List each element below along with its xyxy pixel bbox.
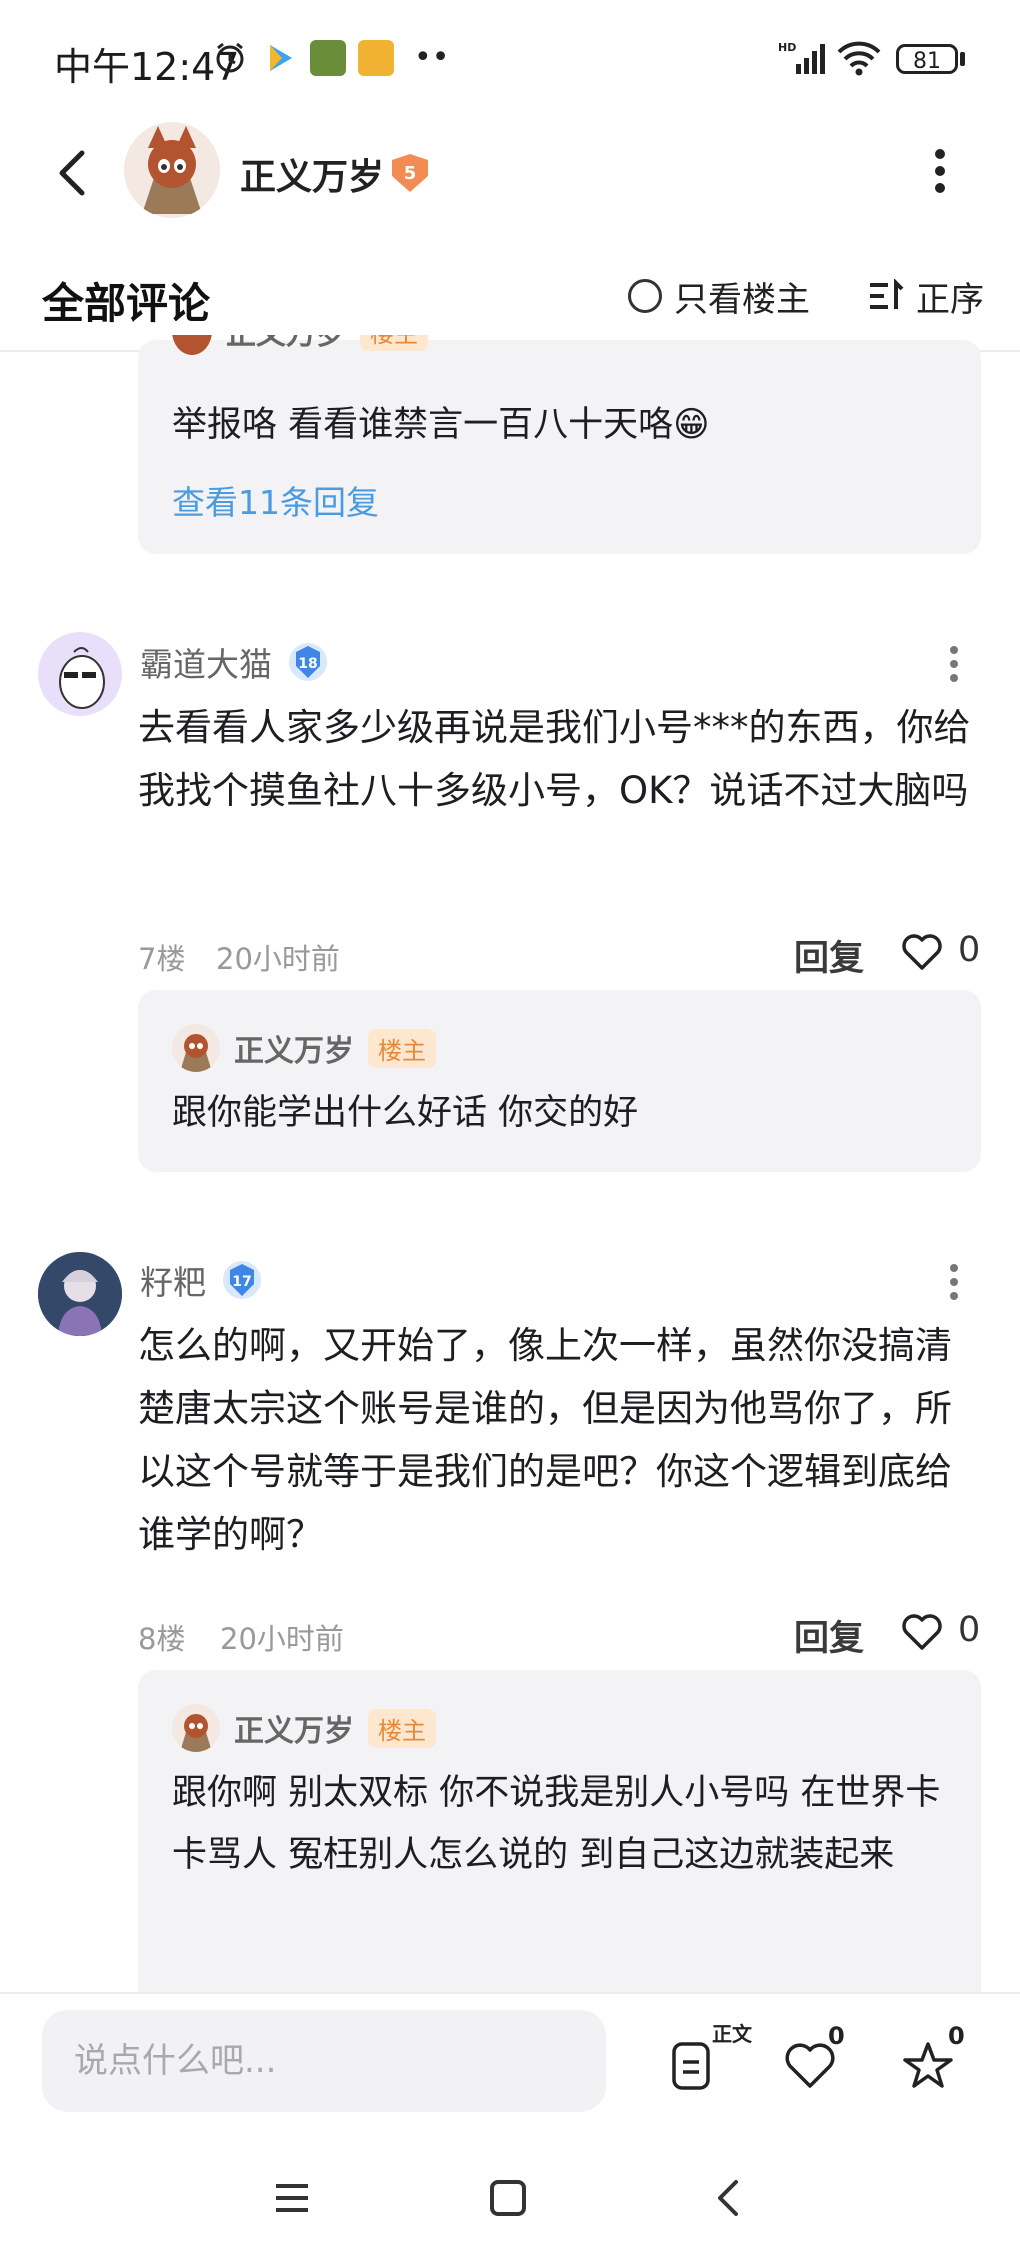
body-text-tag: 正文 [712, 2022, 752, 2046]
commenter-info: 霸道大猫 18 [140, 638, 330, 686]
only-owner-toggle[interactable]: 只看楼主 [628, 274, 810, 320]
more-options-icon[interactable] [930, 146, 950, 196]
svg-text:18: 18 [298, 656, 317, 672]
owner-tag: 楼主 [368, 1708, 436, 1748]
back-arrow-icon[interactable] [52, 148, 92, 198]
reply-avatar[interactable] [172, 1704, 220, 1752]
reply-author-name[interactable]: 正义万岁 [234, 1706, 354, 1750]
only-owner-label: 只看楼主 [674, 279, 810, 320]
comment-more-icon[interactable] [948, 1262, 960, 1302]
author-avatar[interactable] [124, 122, 220, 218]
reply-avatar[interactable] [172, 1024, 220, 1072]
reply-box-top: 举报咯 看看谁禁言一百八十天咯😁 查看11条回复 [138, 340, 981, 554]
signal-icon: HD [778, 41, 825, 74]
sort-icon [870, 279, 904, 309]
like-count: 0 [828, 2022, 845, 2050]
user-level-badge: 18 [289, 643, 327, 681]
more-notifications-icon: •• [414, 40, 450, 75]
reply-header-partial: 正义万岁 楼主 [172, 335, 472, 355]
comment-input[interactable] [42, 2010, 606, 2112]
reply-button[interactable]: 回复 [794, 1610, 864, 1661]
commenter-name[interactable]: 霸道大猫 [140, 638, 272, 686]
reply-text: 跟你啊 别太双标 你不说我是别人小号吗 在世界卡卡骂人 冤枉别人怎么说的 到自己… [172, 1773, 941, 1875]
back-icon[interactable] [700, 2168, 760, 2228]
bottom-divider [0, 1992, 1020, 1994]
like-heart-icon[interactable] [900, 932, 944, 972]
comment-floor: 8楼 [138, 1622, 186, 1656]
reply-avatar [172, 335, 212, 355]
reply-box: 正义万岁 楼主 跟你能学出什么好话 你交的好 [138, 990, 981, 1172]
svg-text:HD: HD [778, 41, 796, 54]
battery-indicator: 81 [896, 44, 958, 74]
author-name[interactable]: 正义万岁 [240, 148, 384, 200]
comment-text: 去看看人家多少级再说是我们小号***的东西，你给我找个摸鱼社八十多级小号，OK？… [138, 706, 971, 812]
reply-box: 正义万岁 楼主 跟你啊 别太双标 你不说我是别人小号吗 在世界卡卡骂人 冤枉别人… [138, 1670, 981, 1994]
sort-order-toggle[interactable]: 正序 [868, 274, 984, 320]
reply-author-name[interactable]: 正义万岁 [234, 1026, 354, 1070]
comment-time: 20小时前 [220, 1622, 344, 1656]
user-level-badge: 17 [223, 1261, 261, 1299]
commenter-avatar[interactable] [38, 632, 122, 716]
sort-order-label: 正序 [916, 279, 984, 320]
reply-header: 正义万岁 楼主 [172, 1024, 436, 1072]
user-level-badge: 5 [388, 152, 432, 192]
view-more-replies-link[interactable]: 查看11条回复 [172, 476, 379, 524]
owner-tag: 楼主 [360, 335, 428, 351]
alarm-icon [216, 42, 244, 73]
home-icon[interactable] [478, 2168, 538, 2228]
commenter-avatar[interactable] [38, 1252, 122, 1336]
reply-text: 举报咯 看看谁禁言一百八十天咯😁 [172, 405, 710, 445]
battery-cap [960, 52, 965, 66]
reply-author-name: 正义万岁 [226, 335, 346, 353]
commenter-info: 籽粑 17 [140, 1256, 264, 1304]
like-count: 0 [958, 1610, 981, 1650]
comment-text: 怎么的啊，又开始了，像上次一样，虽然你没搞清楚唐太宗这个账号是谁的，但是因为他骂… [138, 1324, 952, 1556]
all-comments-title: 全部评论 [42, 279, 211, 328]
wifi-icon [837, 41, 881, 76]
svg-text:17: 17 [232, 1274, 251, 1290]
status-bar: 中午12:47 •• HD 81 [0, 0, 1020, 110]
game-app-icon [310, 40, 346, 76]
commenter-name[interactable]: 籽粑 [140, 1256, 206, 1304]
reply-button[interactable]: 回复 [794, 930, 864, 981]
game-app-icon-2 [358, 40, 394, 76]
radio-circle-icon[interactable] [628, 279, 662, 313]
menu-icon[interactable] [262, 2168, 322, 2228]
owner-tag: 楼主 [368, 1028, 436, 1068]
reply-header: 正义万岁 楼主 [172, 1704, 436, 1752]
svg-text:5: 5 [404, 163, 417, 184]
comment-input-wrapper[interactable] [42, 2010, 606, 2112]
comment-time: 20小时前 [216, 942, 340, 976]
play-store-icon [270, 45, 292, 71]
comment-floor: 7楼 [138, 942, 186, 976]
reply-text: 跟你能学出什么好话 你交的好 [172, 1093, 639, 1133]
like-count: 0 [958, 930, 981, 970]
like-heart-icon[interactable] [900, 1612, 944, 1652]
favorite-count: 0 [948, 2022, 965, 2050]
comment-more-icon[interactable] [948, 644, 960, 684]
